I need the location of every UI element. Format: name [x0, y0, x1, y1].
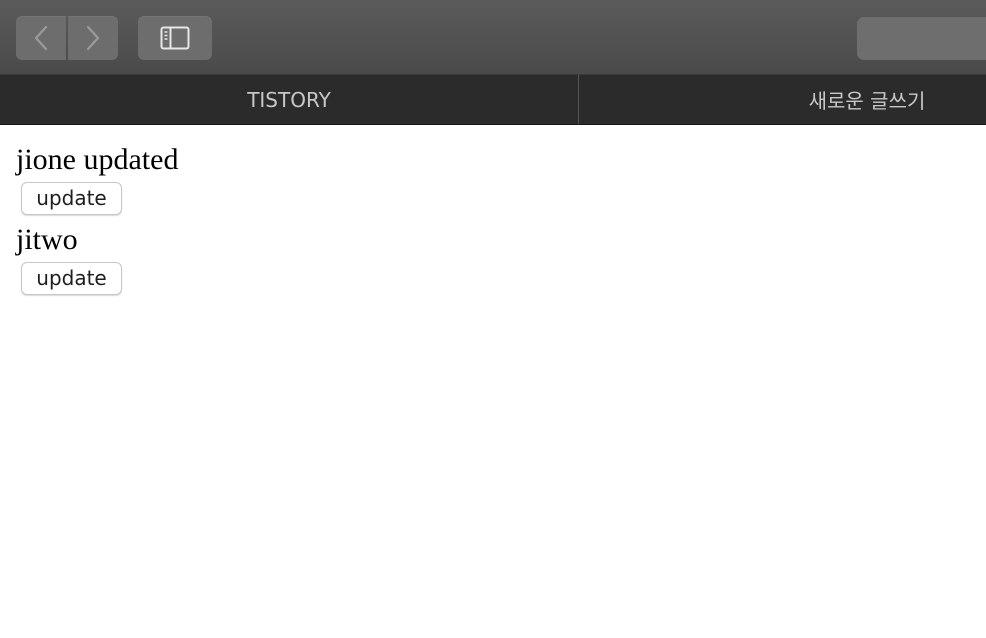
browser-toolbar	[0, 0, 986, 75]
tab-tistory[interactable]: TISTORY	[0, 75, 579, 124]
update-button[interactable]: update	[21, 182, 122, 215]
sidebar-icon	[160, 26, 190, 50]
address-bar[interactable]	[857, 17, 986, 60]
tab-label: 새로운 글쓰기	[808, 89, 926, 113]
chevron-left-icon	[34, 25, 48, 51]
update-button[interactable]: update	[21, 262, 122, 295]
item-text: jitwo	[16, 223, 78, 256]
back-button[interactable]	[16, 16, 66, 60]
tab-new-post[interactable]: 새로운 글쓰기	[579, 75, 986, 124]
chevron-right-icon	[86, 25, 100, 51]
sidebar-toggle-button[interactable]	[138, 16, 212, 60]
tab-bar: TISTORY 새로운 글쓰기	[0, 75, 986, 125]
forward-button[interactable]	[68, 16, 118, 60]
tab-label: TISTORY	[247, 87, 331, 112]
item-text: jione updated	[16, 143, 179, 176]
